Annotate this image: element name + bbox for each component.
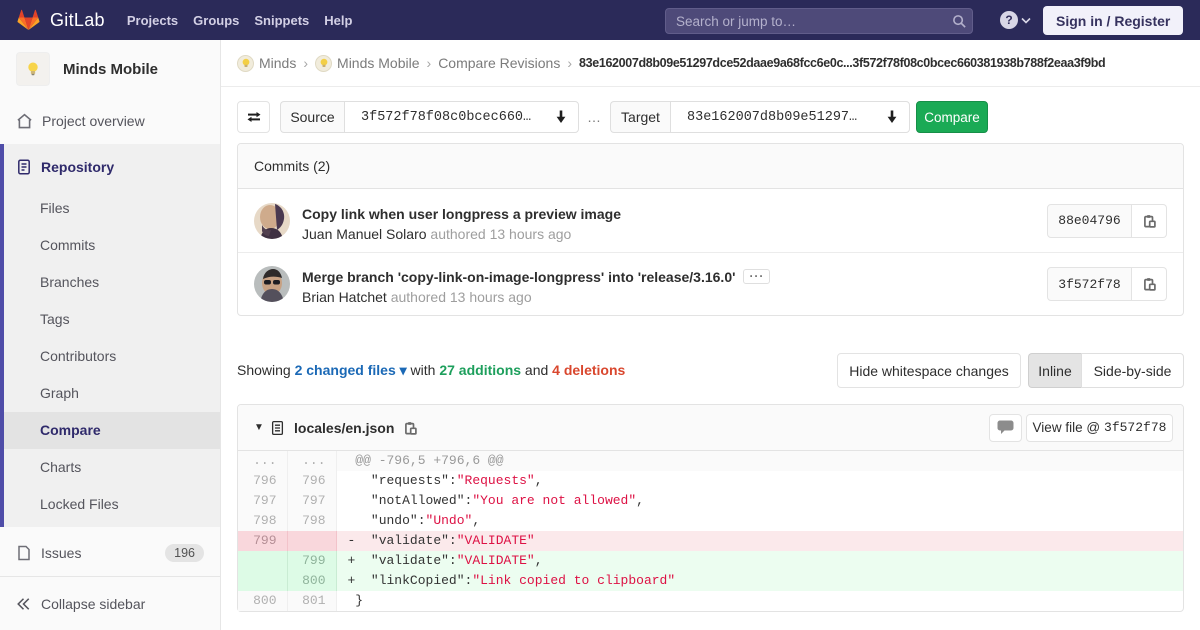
svg-text:?: ? — [1005, 13, 1012, 27]
